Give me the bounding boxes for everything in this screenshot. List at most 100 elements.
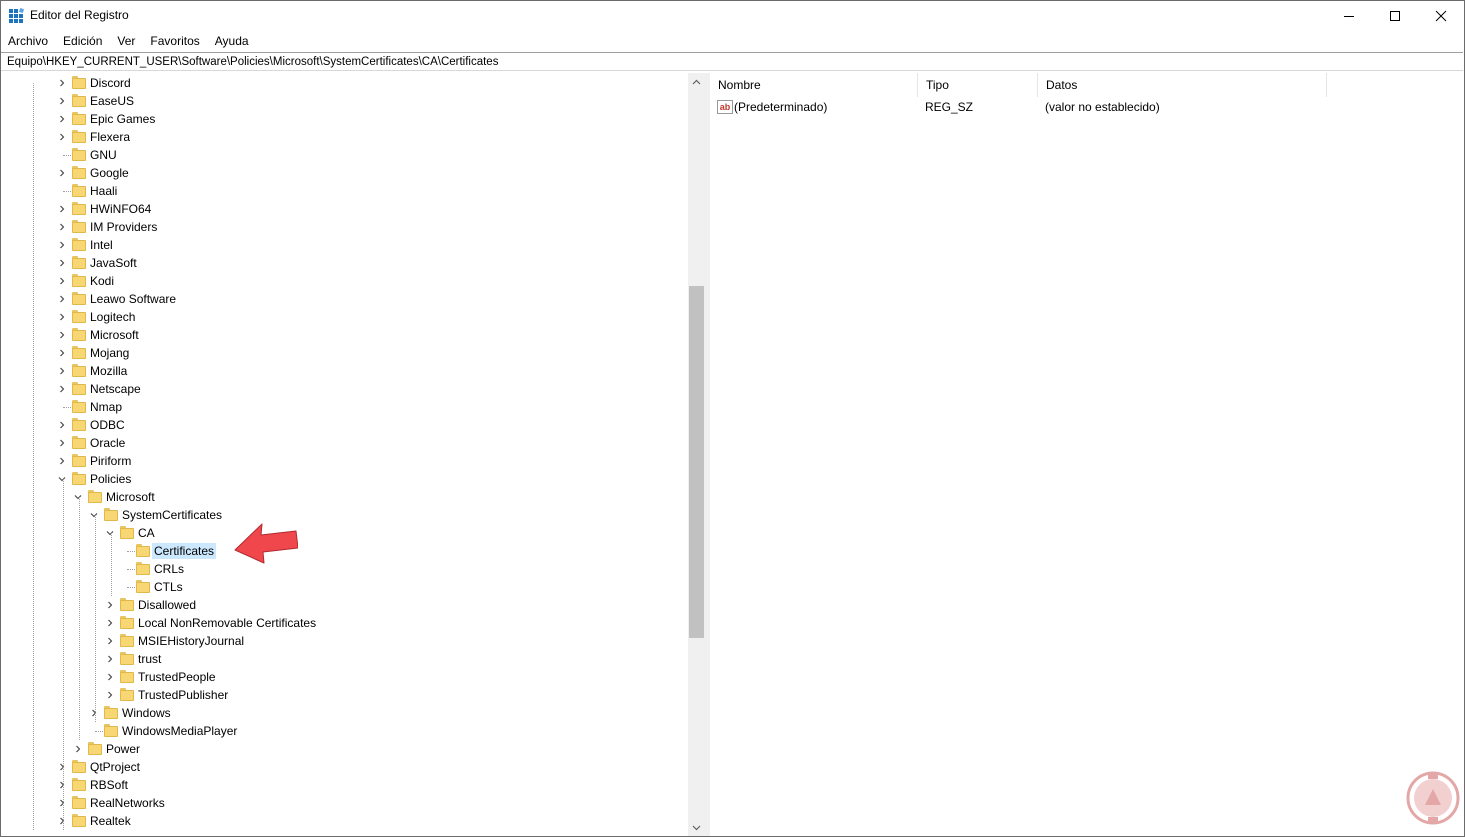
tree-node-label[interactable]: TrustedPeople — [136, 669, 218, 685]
chevron-right-icon[interactable] — [105, 686, 115, 704]
menu-ayuda[interactable]: Ayuda — [207, 31, 256, 51]
tree-node-label-selected[interactable]: Certificates — [152, 543, 217, 559]
tree-node-label[interactable]: CTLs — [152, 579, 185, 595]
tree-node-label[interactable]: IM Providers — [88, 219, 159, 235]
tree-node[interactable]: QtProject — [1, 758, 687, 776]
tree-node[interactable]: Piriform — [1, 452, 687, 470]
tree-node-label[interactable]: MSIEHistoryJournal — [136, 633, 246, 649]
column-header-type[interactable]: Tipo — [918, 73, 1038, 97]
chevron-right-icon[interactable] — [57, 812, 67, 830]
tree-node[interactable]: IM Providers — [1, 218, 687, 236]
tree-node[interactable]: Logitech — [1, 308, 687, 326]
chevron-down-icon[interactable] — [105, 524, 115, 542]
tree-node-label[interactable]: Kodi — [88, 273, 116, 289]
chevron-right-icon[interactable] — [57, 344, 67, 362]
tree-node-label[interactable]: Oracle — [88, 435, 127, 451]
tree-node-label[interactable]: Local NonRemovable Certificates — [136, 615, 318, 631]
tree-node[interactable]: MSIEHistoryJournal — [1, 632, 687, 650]
tree-node-label[interactable]: EaseUS — [88, 93, 136, 109]
tree-node[interactable]: CRLs — [1, 560, 687, 578]
menu-archivo[interactable]: Archivo — [0, 31, 55, 51]
tree-node[interactable]: Netscape — [1, 380, 687, 398]
chevron-right-icon[interactable] — [57, 290, 67, 308]
maximize-button[interactable] — [1372, 0, 1418, 31]
chevron-right-icon[interactable] — [73, 740, 83, 758]
tree-node[interactable]: Oracle — [1, 434, 687, 452]
tree-node[interactable]: TrustedPeople — [1, 668, 687, 686]
tree-node-label[interactable]: Google — [88, 165, 131, 181]
tree-node[interactable]: CA — [1, 524, 687, 542]
tree-node-label[interactable]: Piriform — [88, 453, 133, 469]
tree-node-label[interactable]: Logitech — [88, 309, 137, 325]
tree-node[interactable]: JavaSoft — [1, 254, 687, 272]
tree-node[interactable]: SystemCertificates — [1, 506, 687, 524]
tree-node-label[interactable]: Intel — [88, 237, 115, 253]
tree-node[interactable]: Realtek — [1, 812, 687, 830]
tree-node-label[interactable]: WindowsMediaPlayer — [120, 723, 239, 739]
chevron-down-icon[interactable] — [89, 506, 99, 524]
menu-favoritos[interactable]: Favoritos — [142, 31, 206, 51]
tree-node[interactable]: GNU — [1, 146, 687, 164]
tree-node[interactable]: WindowsMediaPlayer — [1, 722, 687, 740]
tree-node-label[interactable]: Haali — [88, 183, 119, 199]
chevron-right-icon[interactable] — [57, 236, 67, 254]
chevron-right-icon[interactable] — [57, 272, 67, 290]
tree-node[interactable]: Microsoft — [1, 488, 687, 506]
chevron-right-icon[interactable] — [105, 668, 115, 686]
chevron-right-icon[interactable] — [57, 128, 67, 146]
chevron-right-icon[interactable] — [57, 164, 67, 182]
tree-node-label[interactable]: HWiNFO64 — [88, 201, 153, 217]
chevron-right-icon[interactable] — [57, 416, 67, 434]
tree-node[interactable]: Kodi — [1, 272, 687, 290]
tree-node-label[interactable]: Microsoft — [88, 327, 141, 343]
tree-node[interactable]: RealNetworks — [1, 794, 687, 812]
tree-node[interactable]: Nmap — [1, 398, 687, 416]
tree-node-label[interactable]: RealNetworks — [88, 795, 167, 811]
tree-node[interactable]: Mozilla — [1, 362, 687, 380]
tree-node[interactable]: trust — [1, 650, 687, 668]
tree-node-label[interactable]: trust — [136, 651, 163, 667]
tree-node[interactable]: Power — [1, 740, 687, 758]
tree-node[interactable]: Google — [1, 164, 687, 182]
scroll-thumb[interactable] — [689, 286, 704, 638]
tree-node[interactable]: RBSoft — [1, 776, 687, 794]
tree-scrollbar[interactable] — [688, 73, 705, 836]
chevron-right-icon[interactable] — [57, 758, 67, 776]
column-header-data[interactable]: Datos — [1038, 73, 1327, 97]
scroll-up-button[interactable] — [688, 73, 705, 90]
tree-node-label[interactable]: Disallowed — [136, 597, 198, 613]
minimize-button[interactable] — [1326, 0, 1372, 31]
column-header-name[interactable]: Nombre — [710, 73, 918, 97]
tree-node-label[interactable]: ODBC — [88, 417, 127, 433]
chevron-right-icon[interactable] — [57, 326, 67, 344]
close-button[interactable] — [1418, 0, 1464, 31]
tree-node-label[interactable]: Mozilla — [88, 363, 129, 379]
chevron-right-icon[interactable] — [57, 434, 67, 452]
tree-node[interactable]: EaseUS — [1, 92, 687, 110]
tree-node-label[interactable]: Power — [104, 741, 142, 757]
chevron-right-icon[interactable] — [57, 92, 67, 110]
scroll-down-button[interactable] — [688, 819, 705, 836]
tree-node[interactable]: Mojang — [1, 344, 687, 362]
tree-node-label[interactable]: RBSoft — [88, 777, 130, 793]
tree-node-label[interactable]: Discord — [88, 75, 133, 91]
chevron-right-icon[interactable] — [57, 110, 67, 128]
tree-node[interactable]: Local NonRemovable Certificates — [1, 614, 687, 632]
tree-node[interactable]: Intel — [1, 236, 687, 254]
tree-node-label[interactable]: Flexera — [88, 129, 132, 145]
chevron-right-icon[interactable] — [57, 74, 67, 92]
tree-node-label[interactable]: SystemCertificates — [120, 507, 224, 523]
tree-node[interactable]: Policies — [1, 470, 687, 488]
tree-node[interactable]: Disallowed — [1, 596, 687, 614]
menu-ver[interactable]: Ver — [109, 31, 142, 51]
tree-node-label[interactable]: CRLs — [152, 561, 186, 577]
chevron-right-icon[interactable] — [57, 218, 67, 236]
tree-node[interactable]: Microsoft — [1, 326, 687, 344]
chevron-right-icon[interactable] — [105, 596, 115, 614]
tree-node[interactable]: Haali — [1, 182, 687, 200]
chevron-down-icon[interactable] — [57, 470, 67, 488]
tree-node-label[interactable]: TrustedPublisher — [136, 687, 230, 703]
tree-node-label[interactable]: Epic Games — [88, 111, 157, 127]
chevron-right-icon[interactable] — [57, 200, 67, 218]
tree-node[interactable]: Windows — [1, 704, 687, 722]
